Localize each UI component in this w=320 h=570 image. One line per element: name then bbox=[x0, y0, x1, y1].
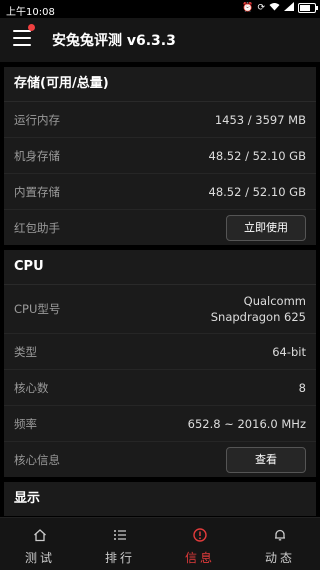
alarm-icon: ⏰ bbox=[242, 3, 254, 13]
nav-label: 动态 bbox=[264, 551, 295, 565]
cpu-model-value: Qualcomm Snapdragon 625 bbox=[211, 293, 306, 325]
nav-info[interactable]: 信息 bbox=[160, 518, 240, 570]
cpu-row: 核心数 8 bbox=[4, 370, 316, 406]
row-label: 机身存储 bbox=[14, 148, 60, 163]
storage-title: 存储(可用/总量) bbox=[4, 67, 316, 102]
cpu-card: CPU CPU型号 Qualcomm Snapdragon 625 类型 64-… bbox=[4, 250, 316, 477]
nav-ranking[interactable]: 排行 bbox=[80, 518, 160, 570]
cpu-row: 类型 64-bit bbox=[4, 334, 316, 370]
row-value: 8 bbox=[298, 380, 306, 395]
redpacket-label: 红包助手 bbox=[14, 220, 60, 235]
nav-label: 测试 bbox=[24, 551, 55, 565]
signal-icon bbox=[284, 2, 294, 14]
cpu-title: CPU bbox=[4, 250, 316, 285]
display-title: 显示 bbox=[14, 491, 41, 506]
app-bar: 安兔兔评测 v6.3.3 bbox=[0, 18, 320, 62]
battery-level bbox=[300, 5, 310, 11]
row-value: 48.52 / 52.10 GB bbox=[208, 184, 307, 199]
row-label: 内置存储 bbox=[14, 184, 60, 199]
core-info-row: 核心信息 查看 bbox=[4, 442, 316, 477]
cpu-model-line: Snapdragon 625 bbox=[210, 310, 306, 324]
sync-icon: ⟳ bbox=[257, 3, 265, 13]
info-icon bbox=[193, 528, 207, 542]
status-bar: 上午10:08 ⏰ ⟳ bbox=[0, 0, 320, 18]
info-content[interactable]: 存储(可用/总量) 运行内存 1453 / 3597 MB 机身存储 48.52… bbox=[0, 62, 320, 517]
cpu-row: 频率 652.8 ~ 2016.0 MHz bbox=[4, 406, 316, 442]
notification-dot bbox=[28, 24, 35, 31]
core-info-label: 核心信息 bbox=[14, 452, 60, 467]
bottom-nav: 测试 排行 信息 动态 bbox=[0, 517, 320, 570]
status-icons: ⏰ ⟳ bbox=[242, 2, 318, 14]
storage-card: 存储(可用/总量) 运行内存 1453 / 3597 MB 机身存储 48.52… bbox=[4, 67, 316, 245]
row-value: 64-bit bbox=[272, 344, 306, 359]
status-time: 上午10:08 bbox=[6, 7, 55, 18]
view-cores-button[interactable]: 查看 bbox=[226, 446, 306, 473]
menu-button[interactable] bbox=[13, 24, 35, 48]
row-label: 核心数 bbox=[14, 380, 49, 395]
row-value: 652.8 ~ 2016.0 MHz bbox=[187, 416, 306, 431]
bell-icon bbox=[275, 529, 285, 541]
row-value: 1453 / 3597 MB bbox=[214, 112, 306, 127]
storage-row: 运行内存 1453 / 3597 MB bbox=[4, 102, 316, 138]
nav-test[interactable]: 测试 bbox=[0, 518, 80, 570]
menu-line bbox=[13, 30, 31, 32]
row-label: 类型 bbox=[14, 344, 37, 359]
cpu-model-line: Qualcomm bbox=[243, 294, 306, 308]
display-card: 显示 bbox=[4, 482, 316, 516]
storage-row: 内置存储 48.52 / 52.10 GB bbox=[4, 174, 316, 210]
redpacket-row: 红包助手 立即使用 bbox=[4, 210, 316, 245]
use-now-button[interactable]: 立即使用 bbox=[226, 214, 306, 241]
nav-label: 信息 bbox=[184, 551, 215, 565]
storage-row: 机身存储 48.52 / 52.10 GB bbox=[4, 138, 316, 174]
row-value: 48.52 / 52.10 GB bbox=[208, 148, 307, 163]
row-label: 运行内存 bbox=[14, 112, 60, 127]
cpu-model-row: CPU型号 Qualcomm Snapdragon 625 bbox=[4, 285, 316, 334]
list-icon bbox=[114, 530, 126, 540]
battery-icon bbox=[298, 3, 318, 13]
home-icon bbox=[34, 529, 46, 542]
wifi-icon bbox=[269, 2, 280, 14]
menu-line bbox=[13, 37, 31, 39]
row-label: 频率 bbox=[14, 416, 37, 431]
nav-label: 排行 bbox=[104, 551, 135, 565]
menu-line bbox=[13, 44, 31, 46]
cpu-model-label: CPU型号 bbox=[14, 302, 61, 316]
nav-news[interactable]: 动态 bbox=[240, 518, 320, 570]
app-title: 安兔兔评测 v6.3.3 bbox=[52, 33, 176, 49]
